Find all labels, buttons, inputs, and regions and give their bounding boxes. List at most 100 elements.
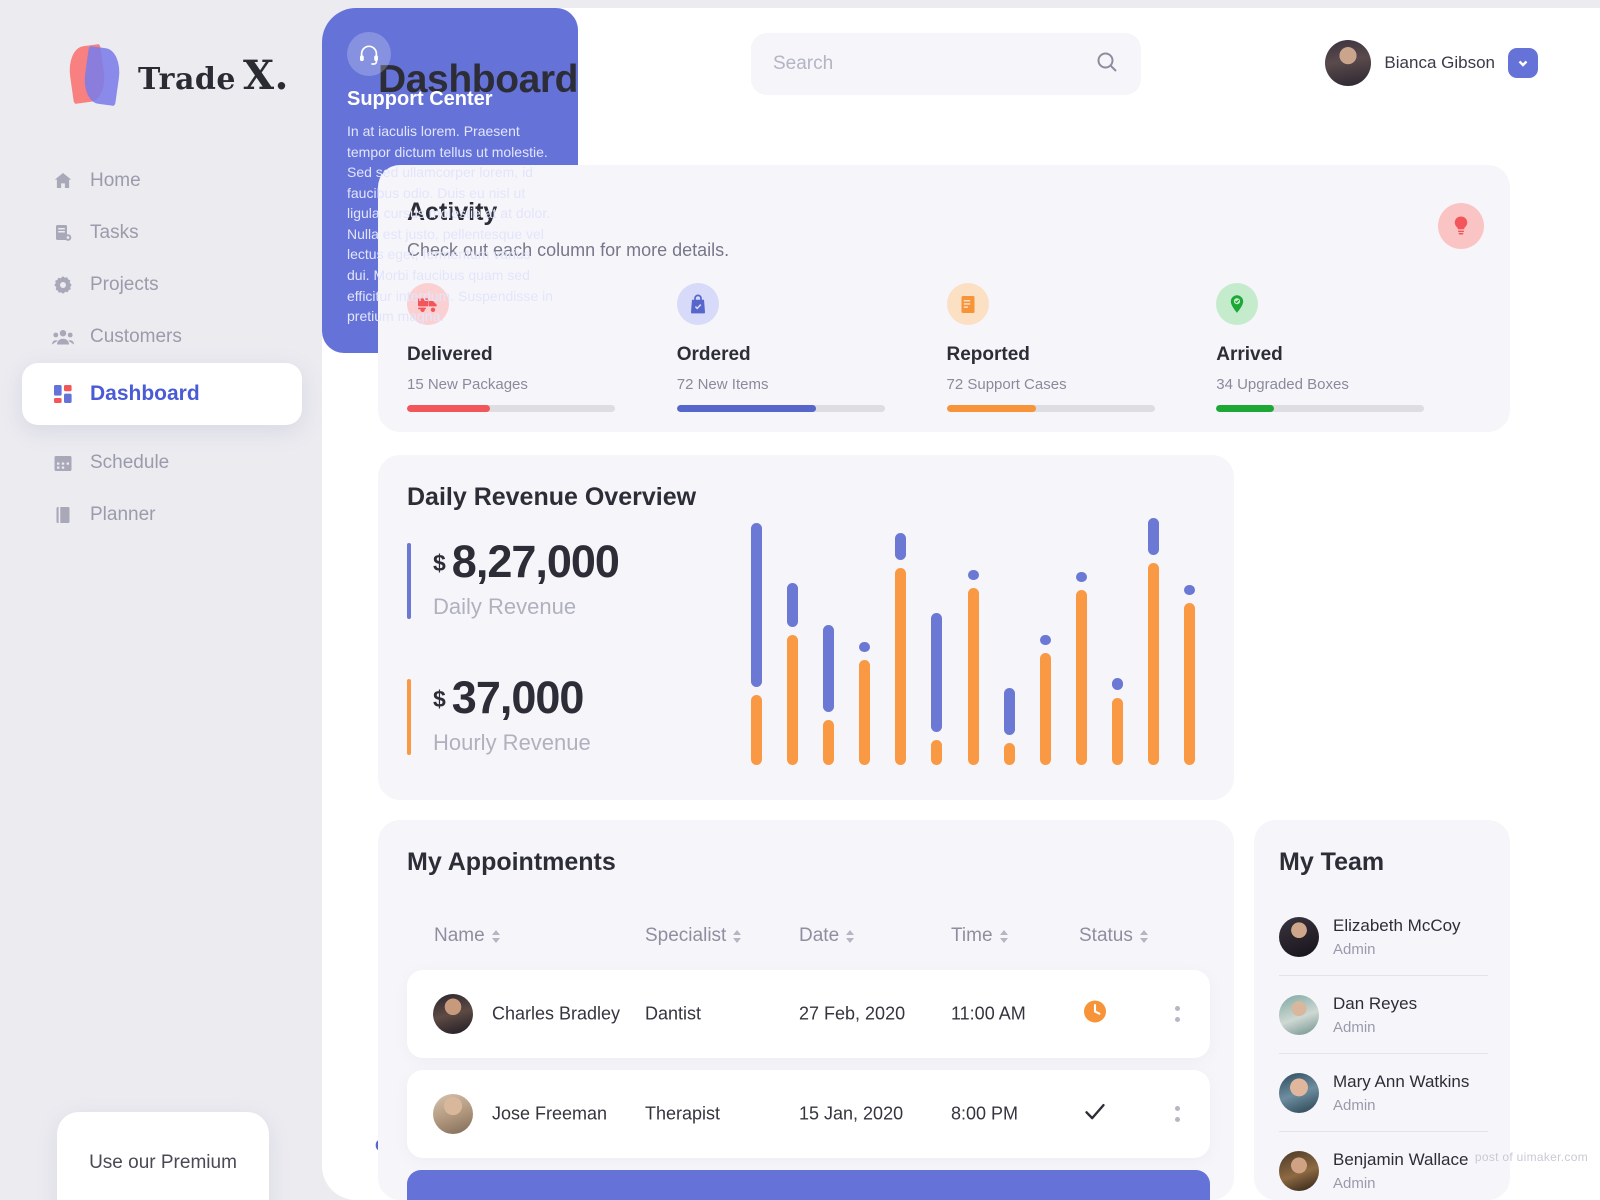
bar-group xyxy=(1184,515,1196,765)
activity-column-arrived[interactable]: Arrived 34 Upgraded Boxes xyxy=(1216,283,1486,412)
more-vertical-icon[interactable] xyxy=(1175,1006,1180,1022)
cell-name: Jose Freeman xyxy=(492,1103,608,1124)
brand-suffix: X. xyxy=(242,51,289,99)
cell-name: Charles Bradley xyxy=(492,1003,621,1024)
column-header-status[interactable]: Status xyxy=(1079,925,1148,947)
bar-hourly-revenue xyxy=(859,660,871,765)
avatar xyxy=(1325,40,1372,86)
bar-daily-revenue xyxy=(822,625,834,712)
bar-daily-revenue xyxy=(931,612,943,732)
appointments-cta-button[interactable] xyxy=(407,1170,1210,1200)
premium-card[interactable]: Use our Premium xyxy=(57,1112,269,1200)
lightbulb-icon[interactable] xyxy=(1438,203,1484,249)
column-header-time[interactable]: Time xyxy=(951,925,1008,947)
bar-hourly-revenue xyxy=(1148,562,1160,765)
activity-progress-track xyxy=(946,405,1155,412)
column-header-specialist[interactable]: Specialist xyxy=(645,925,742,947)
bar-hourly-revenue xyxy=(750,695,762,765)
team-member-role: Admin xyxy=(1333,1096,1376,1114)
sort-icon[interactable] xyxy=(999,929,1008,943)
bar-daily-revenue xyxy=(859,642,871,652)
team-member-name: Elizabeth McCoy xyxy=(1333,916,1461,936)
bar-group xyxy=(1148,515,1160,765)
bar-hourly-revenue xyxy=(786,635,798,765)
bar-group xyxy=(1075,515,1087,765)
column-header-label: Time xyxy=(951,925,993,946)
activity-progress-fill xyxy=(946,405,1036,412)
kpi-daily-revenue: $8,27,000 Daily Revenue xyxy=(407,539,620,620)
column-header-name[interactable]: Name xyxy=(434,925,500,947)
activity-column-name: Reported xyxy=(946,344,1030,365)
column-header-label: Date xyxy=(799,925,840,946)
bar-daily-revenue xyxy=(750,522,762,687)
headset-icon xyxy=(347,32,391,76)
sort-icon[interactable] xyxy=(491,929,500,943)
list-item[interactable]: Mary Ann Watkins Admin xyxy=(1279,1054,1488,1132)
user-name: Bianca Gibson xyxy=(1384,53,1495,72)
sidebar-item-schedule[interactable]: Schedule xyxy=(0,437,340,489)
sidebar-item-home[interactable]: Home xyxy=(0,155,340,207)
bar-group xyxy=(750,515,762,765)
sort-icon[interactable] xyxy=(733,929,742,943)
list-item[interactable]: Benjamin Wallace Admin xyxy=(1279,1132,1488,1200)
search-icon[interactable] xyxy=(1095,50,1119,79)
sidebar-item-label: Schedule xyxy=(90,452,170,473)
bar-daily-revenue xyxy=(1075,572,1087,582)
logo-mark-icon xyxy=(66,43,126,107)
team-member-name: Benjamin Wallace xyxy=(1333,1150,1469,1170)
sidebar-item-label: Dashboard xyxy=(90,382,200,405)
sort-icon[interactable] xyxy=(846,929,855,943)
bar-group xyxy=(1003,515,1015,765)
sort-icon[interactable] xyxy=(1139,929,1148,943)
main-canvas: Dashboard Bianca Gibson Activity Check o… xyxy=(322,8,1600,1200)
sidebar-item-label: Tasks xyxy=(90,222,139,243)
activity-column-meta: 72 Support Cases xyxy=(946,376,1067,393)
brand-logo[interactable]: Trade X. xyxy=(66,43,289,107)
search-box[interactable] xyxy=(751,33,1141,95)
activity-column-name: Delivered xyxy=(407,344,493,365)
sidebar-item-planner[interactable]: Planner xyxy=(0,489,340,541)
column-header-date[interactable]: Date xyxy=(799,925,855,947)
bar-group xyxy=(859,515,871,765)
chevron-down-icon[interactable] xyxy=(1508,48,1538,78)
bar-hourly-revenue xyxy=(1039,652,1051,765)
list-item[interactable]: Elizabeth McCoy Admin xyxy=(1279,898,1488,976)
appointments-card: My Appointments Name Specialist Date Time St… xyxy=(378,820,1234,1200)
team-member-info: Mary Ann Watkins Admin xyxy=(1333,1071,1469,1114)
list-item[interactable]: Dan Reyes Admin xyxy=(1279,976,1488,1054)
team-card: My Team Elizabeth McCoy Admin Dan Reyes Adm… xyxy=(1254,820,1510,1200)
sidebar-item-dashboard[interactable]: Dashboard xyxy=(22,363,302,425)
location-pin-icon xyxy=(1216,283,1259,325)
avatar xyxy=(1279,994,1319,1035)
sidebar-item-customers[interactable]: Customers xyxy=(0,311,340,363)
activity-progress-fill xyxy=(407,405,491,412)
activity-progress-fill xyxy=(1216,405,1275,412)
sidebar-item-label: Home xyxy=(90,170,141,191)
bar-daily-revenue xyxy=(1003,687,1015,735)
people-icon xyxy=(52,326,74,348)
cell-time: 11:00 AM xyxy=(951,1003,1026,1024)
kpi-label: Daily Revenue xyxy=(433,594,577,619)
activity-column-reported[interactable]: Reported 72 Support Cases xyxy=(946,283,1217,412)
team-member-info: Benjamin Wallace Admin xyxy=(1333,1149,1468,1192)
clipboard-icon xyxy=(946,283,989,325)
kpi-label: Hourly Revenue xyxy=(433,730,591,755)
table-row[interactable]: Jose Freeman Therapist 15 Jan, 2020 8:00 PM xyxy=(407,1070,1210,1158)
bar-daily-revenue xyxy=(1112,677,1124,690)
team-member-role: Admin xyxy=(1333,940,1376,958)
activity-column-name: Ordered xyxy=(676,344,751,365)
sidebar-item-tasks[interactable]: Tasks xyxy=(0,207,340,259)
sidebar-nav: Home Tasks Projects Customers Dashboard Sched… xyxy=(0,155,340,541)
more-vertical-icon[interactable] xyxy=(1175,1106,1180,1122)
activity-column-meta: 72 New Items xyxy=(676,376,769,393)
avatar xyxy=(1279,1072,1319,1113)
activity-column-ordered[interactable]: Ordered 72 New Items xyxy=(676,283,947,412)
table-row[interactable]: Charles Bradley Dantist 27 Feb, 2020 11:00 … xyxy=(407,970,1210,1058)
bar-hourly-revenue xyxy=(895,567,907,765)
sidebar-item-projects[interactable]: Projects xyxy=(0,259,340,311)
tasks-icon xyxy=(52,222,74,244)
search-input[interactable] xyxy=(773,53,1095,75)
bar-hourly-revenue xyxy=(967,587,979,765)
bar-hourly-revenue xyxy=(1003,742,1015,765)
user-menu[interactable]: Bianca Gibson xyxy=(1325,40,1538,86)
